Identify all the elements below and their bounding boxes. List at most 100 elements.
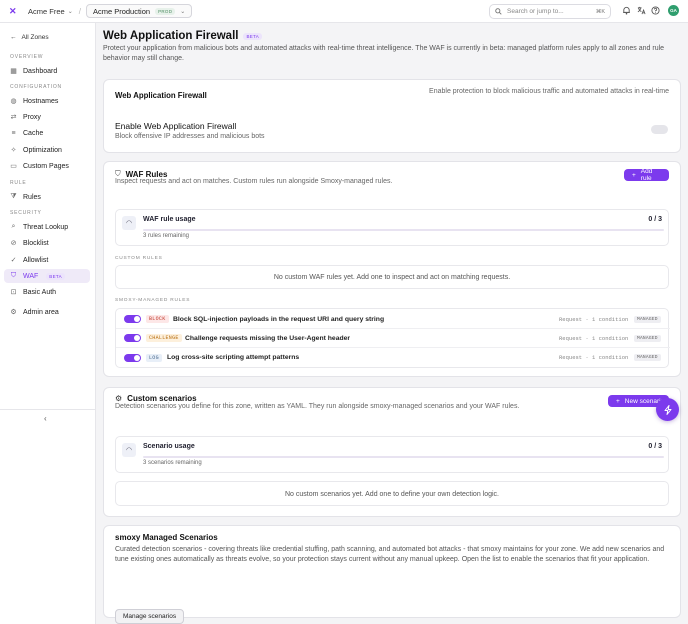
section-overview: OVERVIEW [10, 54, 44, 60]
sidebar-item-label: Allowlist [23, 256, 49, 264]
scenario-usage: ◠ Scenario usage 0 / 3 3 scenarios remai… [115, 436, 669, 473]
collapse-sidebar-icon[interactable]: ‹ [44, 414, 47, 423]
cog-icon: ⚙ [115, 394, 123, 403]
add-rule-button[interactable]: + Add rule [624, 168, 669, 182]
rule-name[interactable]: Challenge requests missing the User-Agen… [185, 335, 350, 342]
sidebar-item-cache[interactable]: ≡ Cache [4, 126, 90, 140]
zone-switcher[interactable]: Acme Production PROD ⌄ [85, 4, 193, 18]
bell-icon[interactable] [621, 6, 631, 16]
sidebar-item-custom-pages[interactable]: ▭ Custom Pages [4, 159, 90, 173]
section-configuration: CONFIGURATION [10, 84, 62, 90]
page-description: Protect your application from malicious … [103, 45, 665, 62]
rule-name[interactable]: Block SQL-injection payloads in the requ… [173, 316, 384, 323]
back-to-zones-link[interactable]: ← All Zones [10, 34, 49, 41]
custom-rules-label: CUSTOM RULES [115, 256, 163, 261]
gauge-icon: ◠ [122, 216, 136, 230]
org-name: Acme Free [28, 6, 65, 16]
sidebar-item-label: Basic Auth [23, 288, 57, 296]
search-icon [495, 8, 502, 15]
lock-icon: ⊡ [10, 289, 17, 296]
waf-card-hint: Enable protection to block malicious tra… [429, 88, 669, 95]
rule-toggle[interactable] [124, 315, 141, 323]
rule-meta: Request · 1 condition [559, 354, 629, 361]
sidebar-item-label: Custom Pages [23, 162, 69, 170]
rule-meta: Request · 1 condition [559, 315, 629, 323]
managed-badge: MANAGED [634, 334, 661, 342]
lightning-icon [664, 404, 671, 415]
managed-badge: MANAGED [634, 315, 661, 323]
rule-meta: Request · 1 condition [559, 334, 629, 342]
sidebar-item-admin-area[interactable]: ⚙ Admin area [4, 305, 90, 319]
plus-icon: + [616, 397, 620, 405]
beta-badge: BETA [243, 32, 263, 40]
usage-title: Scenario usage [143, 443, 195, 450]
sidebar-item-proxy[interactable]: ⇄ Proxy [4, 110, 90, 124]
sidebar-item-label: Threat Lookup [23, 223, 69, 231]
lightning-fab[interactable] [656, 398, 679, 421]
rule-name[interactable]: Log cross-site scripting attempt pattern… [167, 354, 299, 361]
top-bar: ✕ Acme Free ⌄ / Acme Production PROD ⌄ S… [0, 0, 688, 23]
usage-remaining: 3 scenarios remaining [143, 460, 202, 466]
sidebar-item-hostnames[interactable]: ◍ Hostnames [4, 94, 90, 108]
filter-icon: ⧩ [10, 193, 17, 200]
org-switcher[interactable]: Acme Free ⌄ [28, 7, 73, 16]
sidebar-item-label: Optimization [23, 146, 62, 154]
sidebar-item-blocklist[interactable]: ⊘ Blocklist [4, 236, 90, 250]
beta-badge: BETA [46, 272, 65, 280]
sidebar-item-rules[interactable]: ⧩ Rules [4, 190, 90, 204]
table-row: BLOCK Block SQL-injection payloads in th… [116, 310, 670, 329]
zone-env-badge: PROD [155, 7, 176, 15]
table-row: CHALLENGE Challenge requests missing the… [116, 329, 670, 348]
sidebar-item-label: Cache [23, 129, 44, 137]
avatar[interactable]: GA [668, 5, 679, 16]
custom-scenarios-title: Custom scenarios [127, 394, 197, 403]
chevron-down-icon: ⌄ [180, 8, 186, 15]
managed-badge: MANAGED [634, 354, 661, 361]
search-input[interactable]: Search or jump to... ⌘K [489, 4, 611, 19]
sidebar-item-dashboard[interactable]: ▦ Dashboard [4, 64, 90, 78]
grid-icon: ▦ [10, 68, 17, 75]
translate-icon[interactable] [636, 6, 646, 16]
sidebar-item-optimization[interactable]: ✧ Optimization [4, 143, 90, 157]
rule-toggle[interactable] [124, 353, 141, 362]
custom-scenarios-header: ⚙ Custom scenarios [115, 394, 197, 403]
managed-scenarios-description: Curated detection scenarios - covering t… [115, 546, 665, 564]
enable-waf-toggle[interactable] [651, 125, 668, 134]
zone-name: Acme Production [92, 6, 151, 16]
manage-scenarios-button[interactable]: Manage scenarios [115, 609, 185, 624]
breadcrumb-separator: / [78, 6, 81, 16]
sidebar-item-label: Blocklist [23, 239, 49, 247]
search-icon: ⌕ [11, 223, 16, 230]
gauge-icon: ◠ [122, 443, 136, 457]
usage-progress-bar [143, 229, 664, 231]
sidebar-item-waf[interactable]: ⛉ WAF BETA [4, 269, 90, 283]
custom-scenarios-description: Detection scenarios you define for this … [115, 403, 520, 410]
sidebar-item-label: Rules [23, 193, 41, 201]
sidebar-item-label: Hostnames [23, 97, 59, 105]
usage-count: 0 / 3 [648, 216, 662, 223]
sidebar-item-threat-lookup[interactable]: ⌕ Threat Lookup [4, 220, 90, 234]
help-icon[interactable] [650, 6, 660, 16]
managed-rules-list: BLOCK Block SQL-injection payloads in th… [115, 308, 670, 368]
action-badge: BLOCK [146, 315, 169, 323]
page-title: Web Application Firewall [103, 30, 239, 42]
sidebar: ← All Zones OVERVIEW ▦ Dashboard CONFIGU… [0, 23, 96, 624]
sidebar-item-basic-auth[interactable]: ⊡ Basic Auth [4, 285, 90, 299]
waf-rules-card: ⛉ WAF Rules Inspect requests and act on … [103, 161, 681, 377]
arrow-left-icon: ← [10, 34, 17, 41]
sidebar-item-label: WAF [23, 272, 39, 280]
section-security: SECURITY [10, 210, 42, 216]
action-badge: LOG [146, 353, 162, 362]
globe-icon: ◍ [10, 98, 17, 105]
managed-scenarios-card: smoxy Managed Scenarios Curated detectio… [103, 525, 681, 624]
sidebar-item-allowlist[interactable]: ✓ Allowlist [4, 253, 90, 267]
back-label: All Zones [21, 34, 49, 41]
waf-rules-description: Inspect requests and act on matches. Cus… [115, 178, 393, 185]
database-icon: ≡ [11, 129, 16, 137]
logo-icon[interactable]: ✕ [9, 7, 17, 16]
rule-toggle[interactable] [124, 334, 141, 342]
usage-progress-bar [143, 456, 664, 458]
sidebar-item-label: Dashboard [23, 67, 58, 75]
check-circle-icon: ✓ [10, 257, 17, 264]
arrows-icon: ⇄ [10, 114, 17, 121]
